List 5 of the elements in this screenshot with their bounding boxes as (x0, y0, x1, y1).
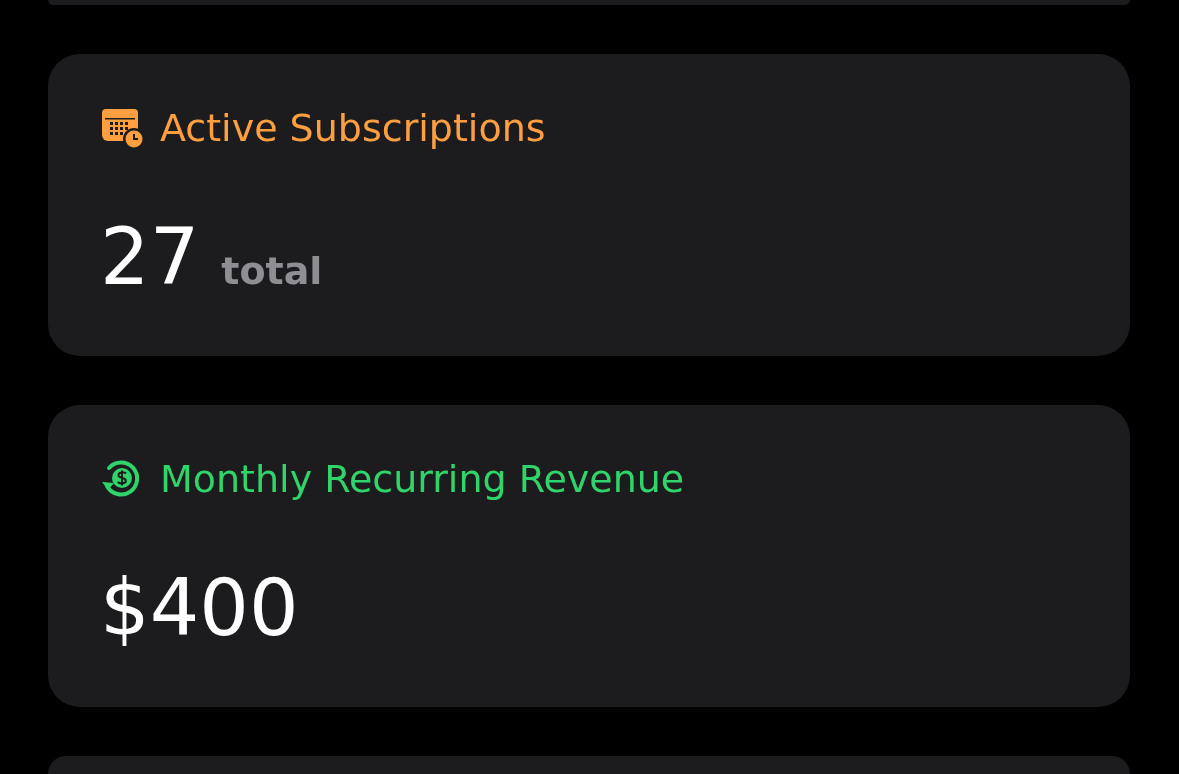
stat-unit: total (221, 249, 323, 293)
card-title: Monthly Recurring Revenue (160, 457, 685, 501)
card-title: Active Subscriptions (160, 106, 546, 150)
stat-value: $400 (100, 563, 299, 653)
stat-value: 27 (100, 212, 200, 302)
